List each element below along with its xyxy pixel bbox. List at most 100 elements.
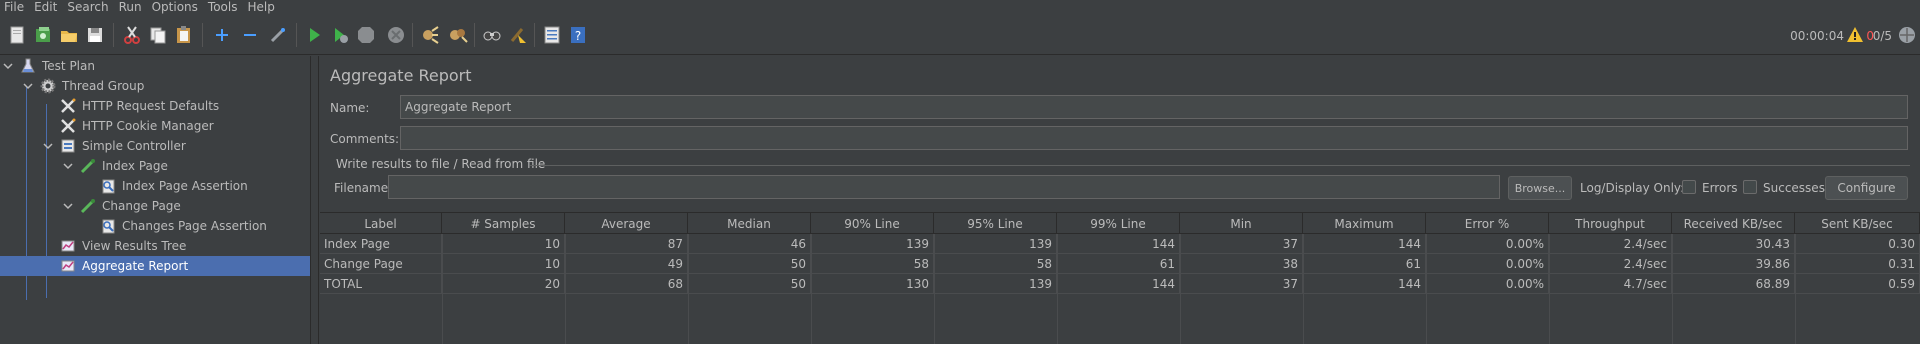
function-helper-icon[interactable] [540, 23, 564, 47]
tree-label: Aggregate Report [82, 259, 189, 273]
toolbar: ? 00:00:04 0 0/5 [0, 15, 1920, 55]
collapse-icon[interactable] [238, 23, 262, 47]
start-no-pauses-icon[interactable] [328, 23, 352, 47]
table-cell: 50 [688, 254, 811, 274]
new-icon[interactable] [5, 23, 29, 47]
results-table: Label # Samples Average Median 90% Line … [320, 212, 1920, 344]
column-header[interactable]: Received KB/sec [1672, 213, 1795, 235]
templates-icon[interactable] [31, 23, 55, 47]
table-cell: 0.00% [1426, 274, 1549, 294]
chevron-down-icon[interactable] [62, 200, 74, 212]
chevron-down-icon[interactable] [2, 60, 14, 72]
toggle-icon[interactable] [266, 23, 290, 47]
paste-icon[interactable] [172, 23, 196, 47]
open-icon[interactable] [57, 23, 81, 47]
column-header[interactable]: Maximum [1303, 213, 1426, 235]
table-cell: 68.89 [1672, 274, 1795, 294]
menu-file[interactable]: File [0, 0, 30, 14]
tree-node-index-page[interactable]: Index Page [62, 156, 310, 176]
pipette-icon [78, 196, 98, 216]
tree-node-changes-page-assertion[interactable]: Changes Page Assertion [98, 216, 310, 236]
browse-button[interactable]: Browse... [1508, 176, 1572, 200]
tree-node-http-cookie-manager[interactable]: HTTP Cookie Manager [58, 116, 310, 136]
tree-node-thread-group[interactable]: Thread Group [22, 76, 310, 96]
tree-node-view-results-tree[interactable]: View Results Tree [58, 236, 310, 256]
column-header[interactable]: Min [1180, 213, 1303, 235]
table-cell: 0.00% [1426, 254, 1549, 274]
reset-search-icon[interactable] [506, 23, 530, 47]
splitter[interactable] [311, 56, 319, 344]
menu-tools[interactable]: Tools [204, 0, 244, 14]
save-icon[interactable] [83, 23, 107, 47]
table-cell: 144 [1303, 234, 1426, 254]
column-header[interactable]: Median [688, 213, 811, 235]
clear-all-icon[interactable] [446, 23, 470, 47]
column-header[interactable]: # Samples [442, 213, 565, 235]
warning-icon[interactable] [1846, 26, 1864, 47]
expand-icon[interactable] [210, 23, 234, 47]
tree-node-index-page-assertion[interactable]: Index Page Assertion [98, 176, 310, 196]
menu-help[interactable]: Help [243, 0, 280, 14]
table-cell: 139 [934, 274, 1057, 294]
menu-run[interactable]: Run [115, 0, 148, 14]
test-plan-tree: Test Plan Thread Group HTTP Request Defa… [0, 56, 311, 344]
table-cell: 10 [442, 254, 565, 274]
menu-options[interactable]: Options [148, 0, 204, 14]
column-header[interactable]: 90% Line [811, 213, 934, 235]
menu-edit[interactable]: Edit [30, 0, 63, 14]
table-cell: 30.43 [1672, 234, 1795, 254]
stop-icon[interactable] [354, 23, 378, 47]
chevron-down-icon[interactable] [42, 140, 54, 152]
remote-status-icon[interactable] [1898, 26, 1916, 47]
help-icon[interactable]: ? [566, 23, 590, 47]
name-field[interactable]: Aggregate Report [400, 95, 1908, 119]
column-header[interactable]: Average [565, 213, 688, 235]
filename-field[interactable] [388, 175, 1500, 199]
table-cell: 139 [934, 234, 1057, 254]
successes-checkbox[interactable] [1743, 180, 1757, 194]
tree-node-change-page[interactable]: Change Page [62, 196, 310, 216]
tree-node-http-request-defaults[interactable]: HTTP Request Defaults [58, 96, 310, 116]
table-cell: 68 [565, 274, 688, 294]
menu-bar: File Edit Search Run Options Tools Help [0, 0, 1920, 14]
clear-icon[interactable] [418, 23, 442, 47]
tree-node-aggregate-report[interactable]: Aggregate Report [0, 256, 310, 276]
table-cell: 10 [442, 234, 565, 254]
shutdown-icon[interactable] [384, 23, 408, 47]
name-label: Name: [330, 101, 370, 115]
controller-icon [58, 136, 78, 156]
tree-label: View Results Tree [82, 239, 187, 253]
aggregate-report-panel: Aggregate Report Name: Aggregate Report … [320, 56, 1920, 344]
table-cell: 58 [811, 254, 934, 274]
column-header[interactable]: Error % [1426, 213, 1549, 235]
search-icon[interactable] [480, 23, 504, 47]
cut-icon[interactable] [120, 23, 144, 47]
tree-node-test-plan[interactable]: Test Plan [2, 56, 310, 76]
tree-label: Simple Controller [82, 139, 186, 153]
file-group-label: Write results to file / Read from file [336, 157, 546, 171]
table-cell: Change Page [320, 254, 442, 274]
column-header[interactable]: Label [320, 213, 442, 235]
start-icon[interactable] [302, 23, 326, 47]
tree-node-simple-controller[interactable]: Simple Controller [42, 136, 310, 156]
table-row[interactable]: Index Page 10 87 46 139 139 144 37 144 0… [320, 234, 1920, 254]
table-cell: 4.7/sec [1549, 274, 1672, 294]
chevron-down-icon[interactable] [62, 160, 74, 172]
svg-text:?: ? [575, 29, 581, 43]
errors-checkbox[interactable] [1682, 180, 1696, 194]
column-header[interactable]: 99% Line [1057, 213, 1180, 235]
table-cell: 58 [934, 254, 1057, 274]
table-row[interactable]: Change Page 10 49 50 58 58 61 38 61 0.00… [320, 254, 1920, 274]
column-header[interactable]: Sent KB/sec [1795, 213, 1920, 235]
column-header[interactable]: Throughput [1549, 213, 1672, 235]
table-cell: 39.86 [1672, 254, 1795, 274]
menu-search[interactable]: Search [63, 0, 114, 14]
chevron-down-icon[interactable] [22, 80, 34, 92]
table-row[interactable]: TOTAL 20 68 50 130 139 144 37 144 0.00% … [320, 274, 1920, 294]
column-header[interactable]: 95% Line [934, 213, 1057, 235]
copy-icon[interactable] [146, 23, 170, 47]
comments-label: Comments: [330, 132, 400, 146]
comments-field[interactable] [400, 126, 1908, 150]
table-cell: 2.4/sec [1549, 234, 1672, 254]
configure-button[interactable]: Configure [1825, 176, 1908, 200]
